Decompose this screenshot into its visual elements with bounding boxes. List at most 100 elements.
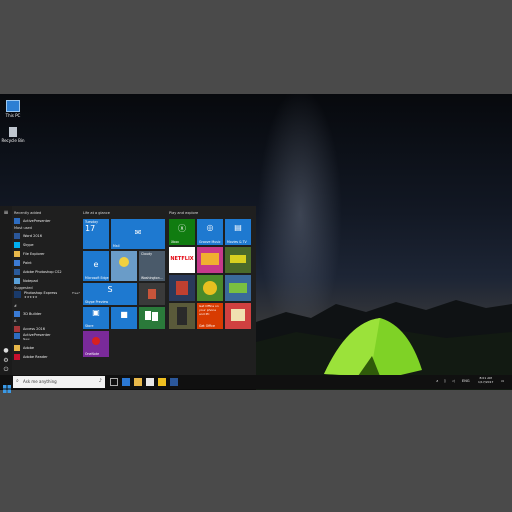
tile-label: Movies & TV bbox=[227, 240, 247, 244]
search-icon: ⌕ bbox=[16, 378, 19, 384]
task-view-icon[interactable] bbox=[110, 378, 118, 386]
hamburger-menu-icon[interactable]: ≡ bbox=[3, 210, 9, 216]
edge-icon: e bbox=[93, 260, 99, 269]
app-item-access[interactable]: Access 2016 bbox=[14, 324, 80, 333]
glowing-tent bbox=[324, 318, 422, 378]
start-menu: ≡ ● ⚙ ⏻ Recently added ActivePresenter M… bbox=[0, 206, 256, 375]
start-rail: ≡ ● ⚙ ⏻ bbox=[0, 206, 12, 375]
new-badge: New bbox=[23, 337, 30, 341]
app-label: Word 2016 bbox=[23, 233, 43, 238]
edge-taskbar-icon[interactable] bbox=[122, 378, 130, 386]
tile-skype[interactable]: S Skype Preview bbox=[83, 283, 137, 305]
tile-game-1[interactable] bbox=[169, 275, 195, 301]
tile-edge[interactable]: e Microsoft Edge bbox=[83, 251, 109, 281]
tile-groove-music[interactable]: ◎ Groove Music bbox=[197, 219, 223, 245]
desktop-icon-recycle-bin[interactable]: Recycle Bin bbox=[0, 127, 26, 143]
app-label: Adobe bbox=[23, 345, 35, 350]
word-icon bbox=[14, 232, 20, 239]
desktop-icon-this-pc[interactable]: This PC bbox=[0, 100, 26, 118]
mail-icon: ✉ bbox=[134, 228, 142, 237]
weather-condition: Cloudy bbox=[141, 252, 152, 256]
tile-solitaire[interactable] bbox=[139, 307, 165, 329]
tile-netflix[interactable]: NETFLIX bbox=[169, 247, 195, 273]
netflix-logo: NETFLIX bbox=[170, 256, 194, 262]
clock-photo-icon bbox=[119, 257, 129, 267]
app-label: Notepad bbox=[23, 278, 38, 283]
settings-gear-icon[interactable]: ⚙ bbox=[3, 358, 9, 364]
group-header-life-at-a-glance: Life at a glance bbox=[83, 211, 110, 215]
app-label: Paint bbox=[23, 260, 32, 265]
car-icon bbox=[230, 255, 246, 263]
tile-label: OneNote bbox=[85, 352, 100, 356]
action-center-icon[interactable]: ▭ bbox=[501, 379, 504, 383]
game-art-icon bbox=[176, 281, 188, 295]
recycle-bin-icon bbox=[9, 127, 17, 137]
app-taskbar-icon[interactable] bbox=[158, 378, 166, 386]
desktop-icon-label: This PC bbox=[5, 113, 21, 118]
tile-label: Xbox bbox=[171, 240, 179, 244]
app-item-file-explorer[interactable]: File Explorer bbox=[14, 249, 80, 258]
photoshop-express-icon bbox=[14, 291, 21, 298]
tile-label: Groove Music bbox=[199, 240, 221, 244]
tile-mail[interactable]: ✉ Mail bbox=[111, 219, 165, 249]
app-item-skype[interactable]: Skype bbox=[14, 240, 80, 249]
tray-chevron-icon[interactable]: ∧ bbox=[436, 379, 439, 383]
app-item-paint[interactable]: Paint bbox=[14, 258, 80, 267]
power-icon[interactable]: ⏻ bbox=[3, 367, 9, 373]
store-taskbar-icon[interactable] bbox=[146, 378, 154, 386]
app-text: ActivePresenter New bbox=[23, 333, 51, 341]
3d-builder-icon bbox=[14, 310, 20, 317]
tile-calendar[interactable]: Tuesday 17 bbox=[83, 219, 109, 249]
tile-game-3[interactable] bbox=[225, 275, 251, 301]
suggested-item-photoshop-express[interactable]: Photoshop Express ★★★★★ Free* bbox=[14, 291, 80, 303]
tile-movies-tv[interactable]: ▤ Movies & TV bbox=[225, 219, 251, 245]
windows-start-icon[interactable] bbox=[3, 378, 11, 393]
network-icon[interactable]: ▯ bbox=[444, 379, 446, 383]
app-item-activepresenter[interactable]: ActivePresenter bbox=[14, 216, 80, 225]
search-placeholder: Ask me anything bbox=[23, 379, 57, 384]
tile-onenote-blue[interactable]: ■ bbox=[111, 307, 137, 329]
tile-label: Store bbox=[85, 324, 94, 328]
app-label: Skype bbox=[23, 242, 34, 247]
language-indicator[interactable]: ENG bbox=[462, 379, 470, 383]
app-item-adobe[interactable]: Adobe bbox=[14, 343, 80, 352]
tile-game-5[interactable] bbox=[225, 303, 251, 329]
app-item-word[interactable]: Word 2016 bbox=[14, 231, 80, 240]
app-label: Access 2016 bbox=[23, 326, 46, 331]
suggested-text: Photoshop Express ★★★★★ bbox=[24, 291, 57, 299]
app-item-notepad[interactable]: Notepad bbox=[14, 276, 80, 285]
tile-photos[interactable] bbox=[111, 251, 137, 281]
app-item-adobe-reader[interactable]: Adobe Reader bbox=[14, 352, 80, 361]
app-label: File Explorer bbox=[23, 251, 45, 256]
tile-label: Get Office bbox=[199, 324, 215, 328]
cortana-search-box[interactable]: ⌕ Ask me anything ♪ bbox=[13, 376, 105, 388]
computer-icon bbox=[6, 100, 20, 112]
word-taskbar-icon[interactable] bbox=[170, 378, 178, 386]
tile-store[interactable]: ▣ Store bbox=[83, 307, 109, 329]
app-item-photoshop[interactable]: Adobe Photoshop CS2 bbox=[14, 267, 80, 276]
tile-weather[interactable]: Cloudy Washington... bbox=[139, 251, 165, 281]
app-item-activepresenter-a[interactable]: ActivePresenter New bbox=[14, 333, 80, 343]
user-account-icon[interactable]: ● bbox=[3, 348, 9, 354]
tile-onenote[interactable]: OneNote bbox=[83, 331, 109, 357]
tile-xbox[interactable]: ⓧ Xbox bbox=[169, 219, 195, 245]
app-item-3d-builder[interactable]: 3D Builder bbox=[14, 309, 80, 318]
app-label: ActivePresenter bbox=[23, 218, 51, 223]
volume-icon[interactable]: ◁ bbox=[452, 379, 455, 383]
tile-label: Microsoft Edge bbox=[85, 276, 109, 280]
film-icon: ▤ bbox=[234, 222, 242, 232]
tile-people[interactable] bbox=[139, 283, 165, 305]
notepad-icon bbox=[14, 277, 20, 284]
adobe-reader-icon bbox=[14, 353, 20, 360]
file-explorer-taskbar-icon[interactable] bbox=[134, 378, 142, 386]
game-art-icon bbox=[177, 307, 187, 325]
tile-get-office[interactable]: Get Office on your phone and PC Get Offi… bbox=[197, 303, 223, 329]
app-label: Adobe Photoshop CS2 bbox=[23, 269, 62, 274]
tile-game-soda[interactable] bbox=[197, 247, 223, 273]
tile-racing-game[interactable] bbox=[225, 247, 251, 273]
microphone-icon[interactable]: ♪ bbox=[99, 378, 102, 384]
people-icon bbox=[148, 289, 156, 299]
tile-game-2[interactable] bbox=[197, 275, 223, 301]
tile-game-4[interactable] bbox=[169, 303, 195, 329]
clock[interactable]: 8:01 AM 1/17/2017 bbox=[478, 376, 493, 384]
